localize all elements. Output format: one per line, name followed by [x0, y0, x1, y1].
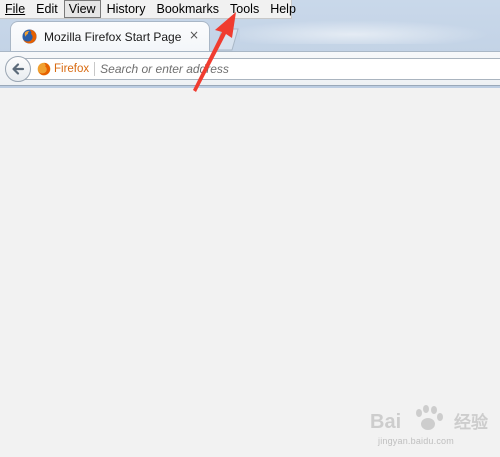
- close-tab-icon[interactable]: ×: [189, 28, 199, 42]
- window-chrome: File Edit View History Bookmarks Tools H…: [0, 0, 500, 88]
- new-tab-button[interactable]: [214, 27, 240, 51]
- url-bar[interactable]: Firefox: [24, 58, 500, 80]
- titlebar: [240, 20, 490, 44]
- firefox-logo-icon: [22, 29, 37, 44]
- menu-file[interactable]: File: [0, 0, 30, 18]
- watermark-text: jingyan.baidu.com: [378, 436, 454, 446]
- watermark: Bai 经验 jingyan.baidu.com: [368, 400, 496, 452]
- menu-history[interactable]: History: [102, 0, 151, 18]
- url-separator: [94, 62, 96, 76]
- baidu-watermark-logo-icon: Bai 经验: [370, 405, 489, 433]
- tab-start-page[interactable]: Mozilla Firefox Start Page ×: [10, 21, 210, 51]
- identity-label: Firefox: [54, 63, 90, 75]
- menu-bookmarks[interactable]: Bookmarks: [151, 0, 224, 18]
- address-input[interactable]: [100, 60, 461, 78]
- menu-tools[interactable]: Tools: [225, 0, 264, 18]
- svg-text:Bai: Bai: [370, 411, 401, 433]
- menu-edit[interactable]: Edit: [31, 0, 63, 18]
- firefox-identity-icon: [37, 62, 51, 76]
- menu-view[interactable]: View: [63, 0, 101, 18]
- tab-title: Mozilla Firefox Start Page: [44, 29, 182, 44]
- menu-help[interactable]: Help: [265, 0, 301, 18]
- menu-bar: File Edit View History Bookmarks Tools H…: [0, 0, 296, 19]
- back-arrow-icon: [12, 63, 25, 75]
- navigation-toolbar: Firefox: [0, 51, 500, 86]
- back-button[interactable]: [5, 56, 31, 82]
- svg-text:经验: 经验: [454, 412, 489, 432]
